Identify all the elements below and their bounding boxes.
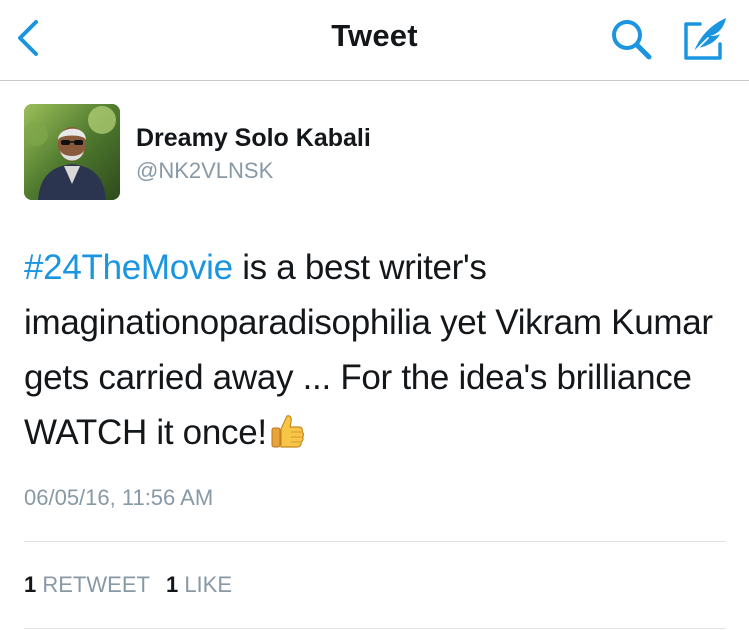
tweet-stats: 1 RETWEET 1 LIKE bbox=[24, 572, 232, 598]
navigation-bar: Tweet bbox=[0, 0, 749, 81]
author-handle[interactable]: @NK2VLNSK bbox=[136, 158, 273, 184]
compose-tweet-button[interactable] bbox=[678, 12, 734, 68]
tweet-text: #24TheMovie is a best writer's imaginati… bbox=[24, 240, 729, 466]
avatar-image bbox=[24, 104, 120, 200]
like-count: 1 bbox=[165, 572, 179, 597]
likes-stat[interactable]: 1 LIKE bbox=[166, 572, 232, 597]
thumbs-up-icon bbox=[269, 411, 305, 466]
hashtag-link[interactable]: #24TheMovie bbox=[24, 248, 233, 287]
retweets-stat[interactable]: 1 RETWEET bbox=[24, 572, 150, 597]
tweet-author[interactable]: Dreamy Solo Kabali @NK2VLNSK bbox=[24, 104, 724, 200]
retweet-count: 1 bbox=[24, 572, 37, 597]
tweet-timestamp: 06/05/16, 11:56 AM bbox=[24, 485, 214, 510]
like-label: LIKE bbox=[184, 572, 233, 597]
search-button[interactable] bbox=[606, 14, 658, 66]
tweet-detail-screen: Tweet Dreamy Solo Kabali @NK2VLNSK #24Th… bbox=[0, 0, 749, 630]
compose-tweet-icon bbox=[684, 18, 726, 60]
divider bbox=[24, 628, 726, 629]
search-icon bbox=[612, 20, 652, 60]
retweet-label: RETWEET bbox=[42, 572, 150, 597]
divider bbox=[24, 541, 726, 542]
avatar[interactable] bbox=[24, 104, 120, 200]
author-display-name[interactable]: Dreamy Solo Kabali bbox=[136, 124, 371, 153]
